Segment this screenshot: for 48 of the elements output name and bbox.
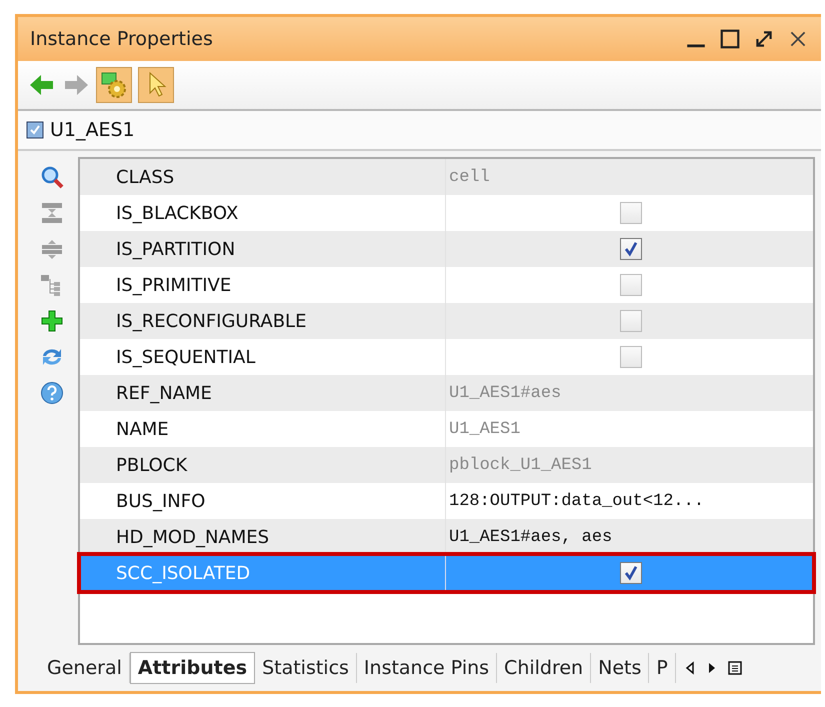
scroll-left-icon[interactable]	[684, 660, 696, 676]
property-name: PBLOCK	[116, 454, 188, 476]
gear-toggle-button[interactable]	[96, 67, 132, 103]
property-row[interactable]: CLASS cell	[80, 159, 813, 195]
tab[interactable]: Statistics	[255, 653, 357, 683]
checkbox[interactable]	[620, 310, 642, 332]
property-row[interactable]: REF_NAME U1_AES1#aes	[80, 375, 813, 411]
property-name: REF_NAME	[116, 382, 212, 404]
add-icon[interactable]	[39, 309, 65, 333]
checkbox[interactable]	[620, 202, 642, 224]
property-row[interactable]: IS_PARTITION	[80, 231, 813, 267]
property-name: HD_MOD_NAMES	[116, 526, 270, 548]
collapse-all-icon[interactable]	[39, 201, 65, 225]
checkbox[interactable]	[620, 346, 642, 368]
property-name: IS_BLACKBOX	[116, 202, 238, 224]
tab[interactable]: Attributes	[130, 652, 256, 684]
checkbox[interactable]	[620, 274, 642, 296]
property-value: U1_AES1#aes	[449, 384, 562, 402]
window-title: Instance Properties	[30, 28, 213, 50]
property-value: U1_AES1#aes, aes	[449, 528, 612, 546]
property-name: IS_SEQUENTIAL	[116, 346, 256, 368]
tab[interactable]: P	[649, 653, 676, 683]
help-icon[interactable]	[39, 381, 65, 405]
list-icon[interactable]	[728, 660, 742, 676]
property-value: cell	[449, 168, 490, 186]
property-name: CLASS	[116, 166, 174, 188]
pointer-toggle-button[interactable]	[138, 67, 174, 103]
property-row[interactable]: PBLOCK pblock_U1_AES1	[80, 447, 813, 483]
tab[interactable]: Instance Pins	[356, 653, 498, 683]
property-name: SCC_ISOLATED	[116, 562, 250, 584]
expand-all-icon[interactable]	[39, 237, 65, 261]
object-name: U1_AES1	[50, 119, 135, 141]
checkbox[interactable]	[620, 562, 642, 584]
property-name: IS_PARTITION	[116, 238, 236, 260]
property-value: U1_AES1	[449, 420, 520, 438]
maximize-icon[interactable]	[719, 28, 741, 50]
property-row[interactable]: HD_MOD_NAMES U1_AES1#aes, aes	[80, 519, 813, 555]
property-name: NAME	[116, 418, 169, 440]
search-icon[interactable]	[39, 165, 65, 189]
tab[interactable]: Children	[497, 653, 592, 683]
property-name: IS_PRIMITIVE	[116, 274, 232, 296]
property-value: pblock_U1_AES1	[449, 456, 592, 474]
property-name: BUS_INFO	[116, 490, 206, 512]
checkbox[interactable]	[620, 238, 642, 260]
property-name: IS_RECONFIGURABLE	[116, 310, 306, 332]
property-row[interactable]: IS_RECONFIGURABLE	[80, 303, 813, 339]
tab[interactable]: Nets	[591, 653, 650, 683]
property-value: 128:OUTPUT:data_out<12...	[449, 492, 704, 510]
